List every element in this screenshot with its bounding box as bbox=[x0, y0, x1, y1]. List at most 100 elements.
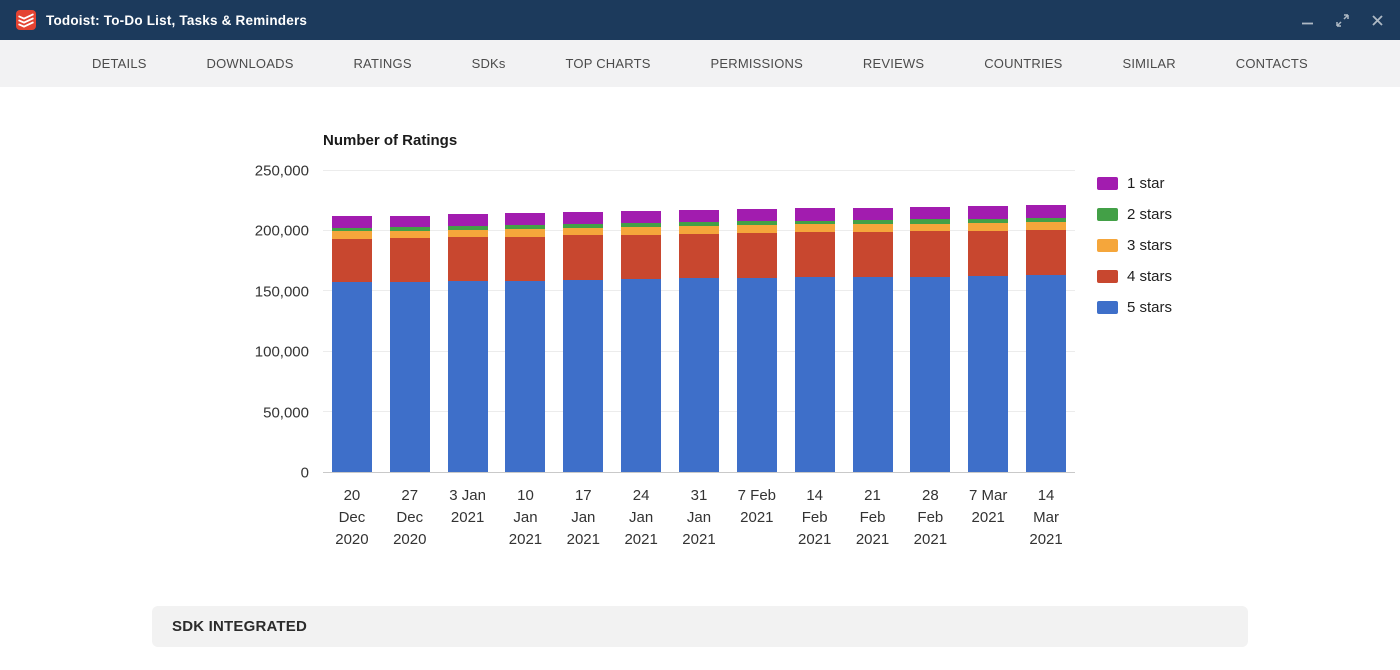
bar-segment-3-stars[interactable] bbox=[794, 224, 835, 233]
x-tick-label: 7 Feb 2021 bbox=[737, 487, 776, 526]
legend-swatch bbox=[1097, 301, 1118, 314]
bar-segment-3-stars[interactable] bbox=[505, 229, 546, 237]
tab-details[interactable]: DETAILS bbox=[92, 56, 147, 71]
bar-segment-3-stars[interactable] bbox=[563, 227, 604, 236]
bar-segment-1-star[interactable] bbox=[505, 213, 546, 226]
bar-slot bbox=[439, 171, 497, 472]
stacked-bar[interactable] bbox=[505, 171, 546, 472]
bar-segment-4-stars[interactable] bbox=[331, 238, 372, 283]
bar-slot bbox=[1017, 171, 1075, 472]
bar-segment-1-star[interactable] bbox=[794, 208, 835, 221]
minimize-icon[interactable] bbox=[1301, 14, 1314, 27]
bar-segment-5-stars[interactable] bbox=[678, 278, 719, 472]
bar-segment-4-stars[interactable] bbox=[968, 230, 1009, 276]
tab-reviews[interactable]: REVIEWS bbox=[863, 56, 924, 71]
close-icon[interactable] bbox=[1371, 14, 1384, 27]
titlebar: Todoist: To-Do List, Tasks & Reminders bbox=[0, 0, 1400, 40]
bar-segment-4-stars[interactable] bbox=[678, 233, 719, 279]
stacked-bar[interactable] bbox=[852, 171, 893, 472]
bar-segment-3-stars[interactable] bbox=[968, 222, 1009, 231]
stacked-bar[interactable] bbox=[447, 171, 488, 472]
bar-segment-5-stars[interactable] bbox=[1026, 275, 1067, 472]
legend-item-3-stars[interactable]: 3 stars bbox=[1097, 237, 1172, 254]
bar-segment-4-stars[interactable] bbox=[389, 238, 430, 283]
bar-segment-5-stars[interactable] bbox=[736, 277, 777, 472]
chart-x-axis: 20 Dec 2020 27 Dec 2020 3 Jan 2021 10 Jan 2… bbox=[323, 485, 1075, 550]
bar-segment-1-star[interactable] bbox=[621, 211, 662, 224]
bar-segment-4-stars[interactable] bbox=[447, 237, 488, 282]
stacked-bar[interactable] bbox=[678, 171, 719, 472]
tab-top-charts[interactable]: TOP CHARTS bbox=[566, 56, 651, 71]
x-tick-label: 14 Feb 2021 bbox=[797, 487, 832, 548]
tab-permissions[interactable]: PERMISSIONS bbox=[711, 56, 804, 71]
bar-segment-4-stars[interactable] bbox=[852, 231, 893, 277]
bar-segment-3-stars[interactable] bbox=[621, 226, 662, 235]
bar-segment-3-stars[interactable] bbox=[852, 224, 893, 232]
bar-segment-3-stars[interactable] bbox=[910, 223, 951, 232]
bar-segment-5-stars[interactable] bbox=[910, 276, 951, 472]
bar-segment-1-star[interactable] bbox=[389, 215, 430, 228]
bar-slot bbox=[959, 171, 1017, 472]
x-tick-label: 28 Feb 2021 bbox=[913, 487, 948, 548]
stacked-bar[interactable] bbox=[1026, 171, 1067, 472]
y-tick-label: 100,000 bbox=[254, 343, 309, 361]
bar-segment-5-stars[interactable] bbox=[331, 282, 372, 472]
bar-segment-4-stars[interactable] bbox=[621, 234, 662, 279]
stacked-bar[interactable] bbox=[621, 171, 662, 472]
stacked-bar[interactable] bbox=[563, 171, 604, 472]
bar-segment-1-star[interactable] bbox=[678, 210, 719, 223]
legend-item-2-stars[interactable]: 2 stars bbox=[1097, 206, 1172, 223]
bar-segment-5-stars[interactable] bbox=[563, 279, 604, 472]
bar-segment-5-stars[interactable] bbox=[389, 282, 430, 472]
bar-segment-4-stars[interactable] bbox=[1026, 229, 1067, 276]
tab-contacts[interactable]: CONTACTS bbox=[1236, 56, 1308, 71]
tab-similar[interactable]: SIMILAR bbox=[1122, 56, 1175, 71]
bar-segment-4-stars[interactable] bbox=[563, 235, 604, 280]
legend-item-1-star[interactable]: 1 star bbox=[1097, 175, 1172, 192]
bar-segment-1-star[interactable] bbox=[968, 206, 1009, 219]
stacked-bar[interactable] bbox=[389, 171, 430, 472]
bar-segment-5-stars[interactable] bbox=[968, 276, 1009, 472]
bar-segment-3-stars[interactable] bbox=[389, 230, 430, 239]
sdk-integrated-header[interactable]: SDK INTEGRATED bbox=[152, 606, 1248, 648]
bar-segment-3-stars[interactable] bbox=[736, 225, 777, 233]
stacked-bar[interactable] bbox=[910, 171, 951, 472]
bar-segment-3-stars[interactable] bbox=[678, 226, 719, 234]
stacked-bar[interactable] bbox=[794, 171, 835, 472]
bar-segment-1-star[interactable] bbox=[1026, 205, 1067, 218]
tab-sdks[interactable]: SDKs bbox=[472, 56, 506, 71]
bar-segment-1-star[interactable] bbox=[736, 209, 777, 222]
bar-segment-1-star[interactable] bbox=[852, 207, 893, 221]
bar-segment-4-stars[interactable] bbox=[910, 231, 951, 277]
legend-label: 5 stars bbox=[1127, 299, 1173, 316]
legend-item-4-stars[interactable]: 4 stars bbox=[1097, 268, 1172, 285]
bar-segment-5-stars[interactable] bbox=[505, 280, 546, 472]
bar-segment-1-star[interactable] bbox=[447, 214, 488, 227]
tab-downloads[interactable]: DOWNLOADS bbox=[207, 56, 294, 71]
bar-segment-3-stars[interactable] bbox=[1026, 221, 1067, 230]
bar-segment-4-stars[interactable] bbox=[736, 232, 777, 278]
tab-ratings[interactable]: RATINGS bbox=[353, 56, 411, 71]
stacked-bar[interactable] bbox=[331, 171, 372, 472]
bar-segment-5-stars[interactable] bbox=[621, 279, 662, 472]
tab-countries[interactable]: COUNTRIES bbox=[984, 56, 1062, 71]
stacked-bar[interactable] bbox=[968, 171, 1009, 472]
bar-segment-3-stars[interactable] bbox=[331, 231, 372, 239]
bar-segment-4-stars[interactable] bbox=[505, 236, 546, 281]
bar-segment-4-stars[interactable] bbox=[794, 232, 835, 278]
restore-icon[interactable] bbox=[1336, 13, 1349, 27]
legend-item-5-stars[interactable]: 5 stars bbox=[1097, 299, 1172, 316]
bar-segment-1-star[interactable] bbox=[563, 212, 604, 224]
chart-title: Number of Ratings bbox=[323, 132, 458, 149]
bar-slot bbox=[612, 171, 670, 472]
bar-segment-5-stars[interactable] bbox=[852, 276, 893, 472]
bar-segment-1-star[interactable] bbox=[910, 207, 951, 220]
bar-segment-3-stars[interactable] bbox=[447, 229, 488, 238]
bar-segment-5-stars[interactable] bbox=[447, 281, 488, 472]
stacked-bar[interactable] bbox=[736, 171, 777, 472]
todoist-logo-icon bbox=[16, 10, 36, 30]
y-tick-label: 150,000 bbox=[254, 283, 309, 301]
y-tick-label: 250,000 bbox=[254, 162, 309, 180]
bar-segment-5-stars[interactable] bbox=[794, 277, 835, 472]
bar-segment-1-star[interactable] bbox=[331, 216, 372, 228]
